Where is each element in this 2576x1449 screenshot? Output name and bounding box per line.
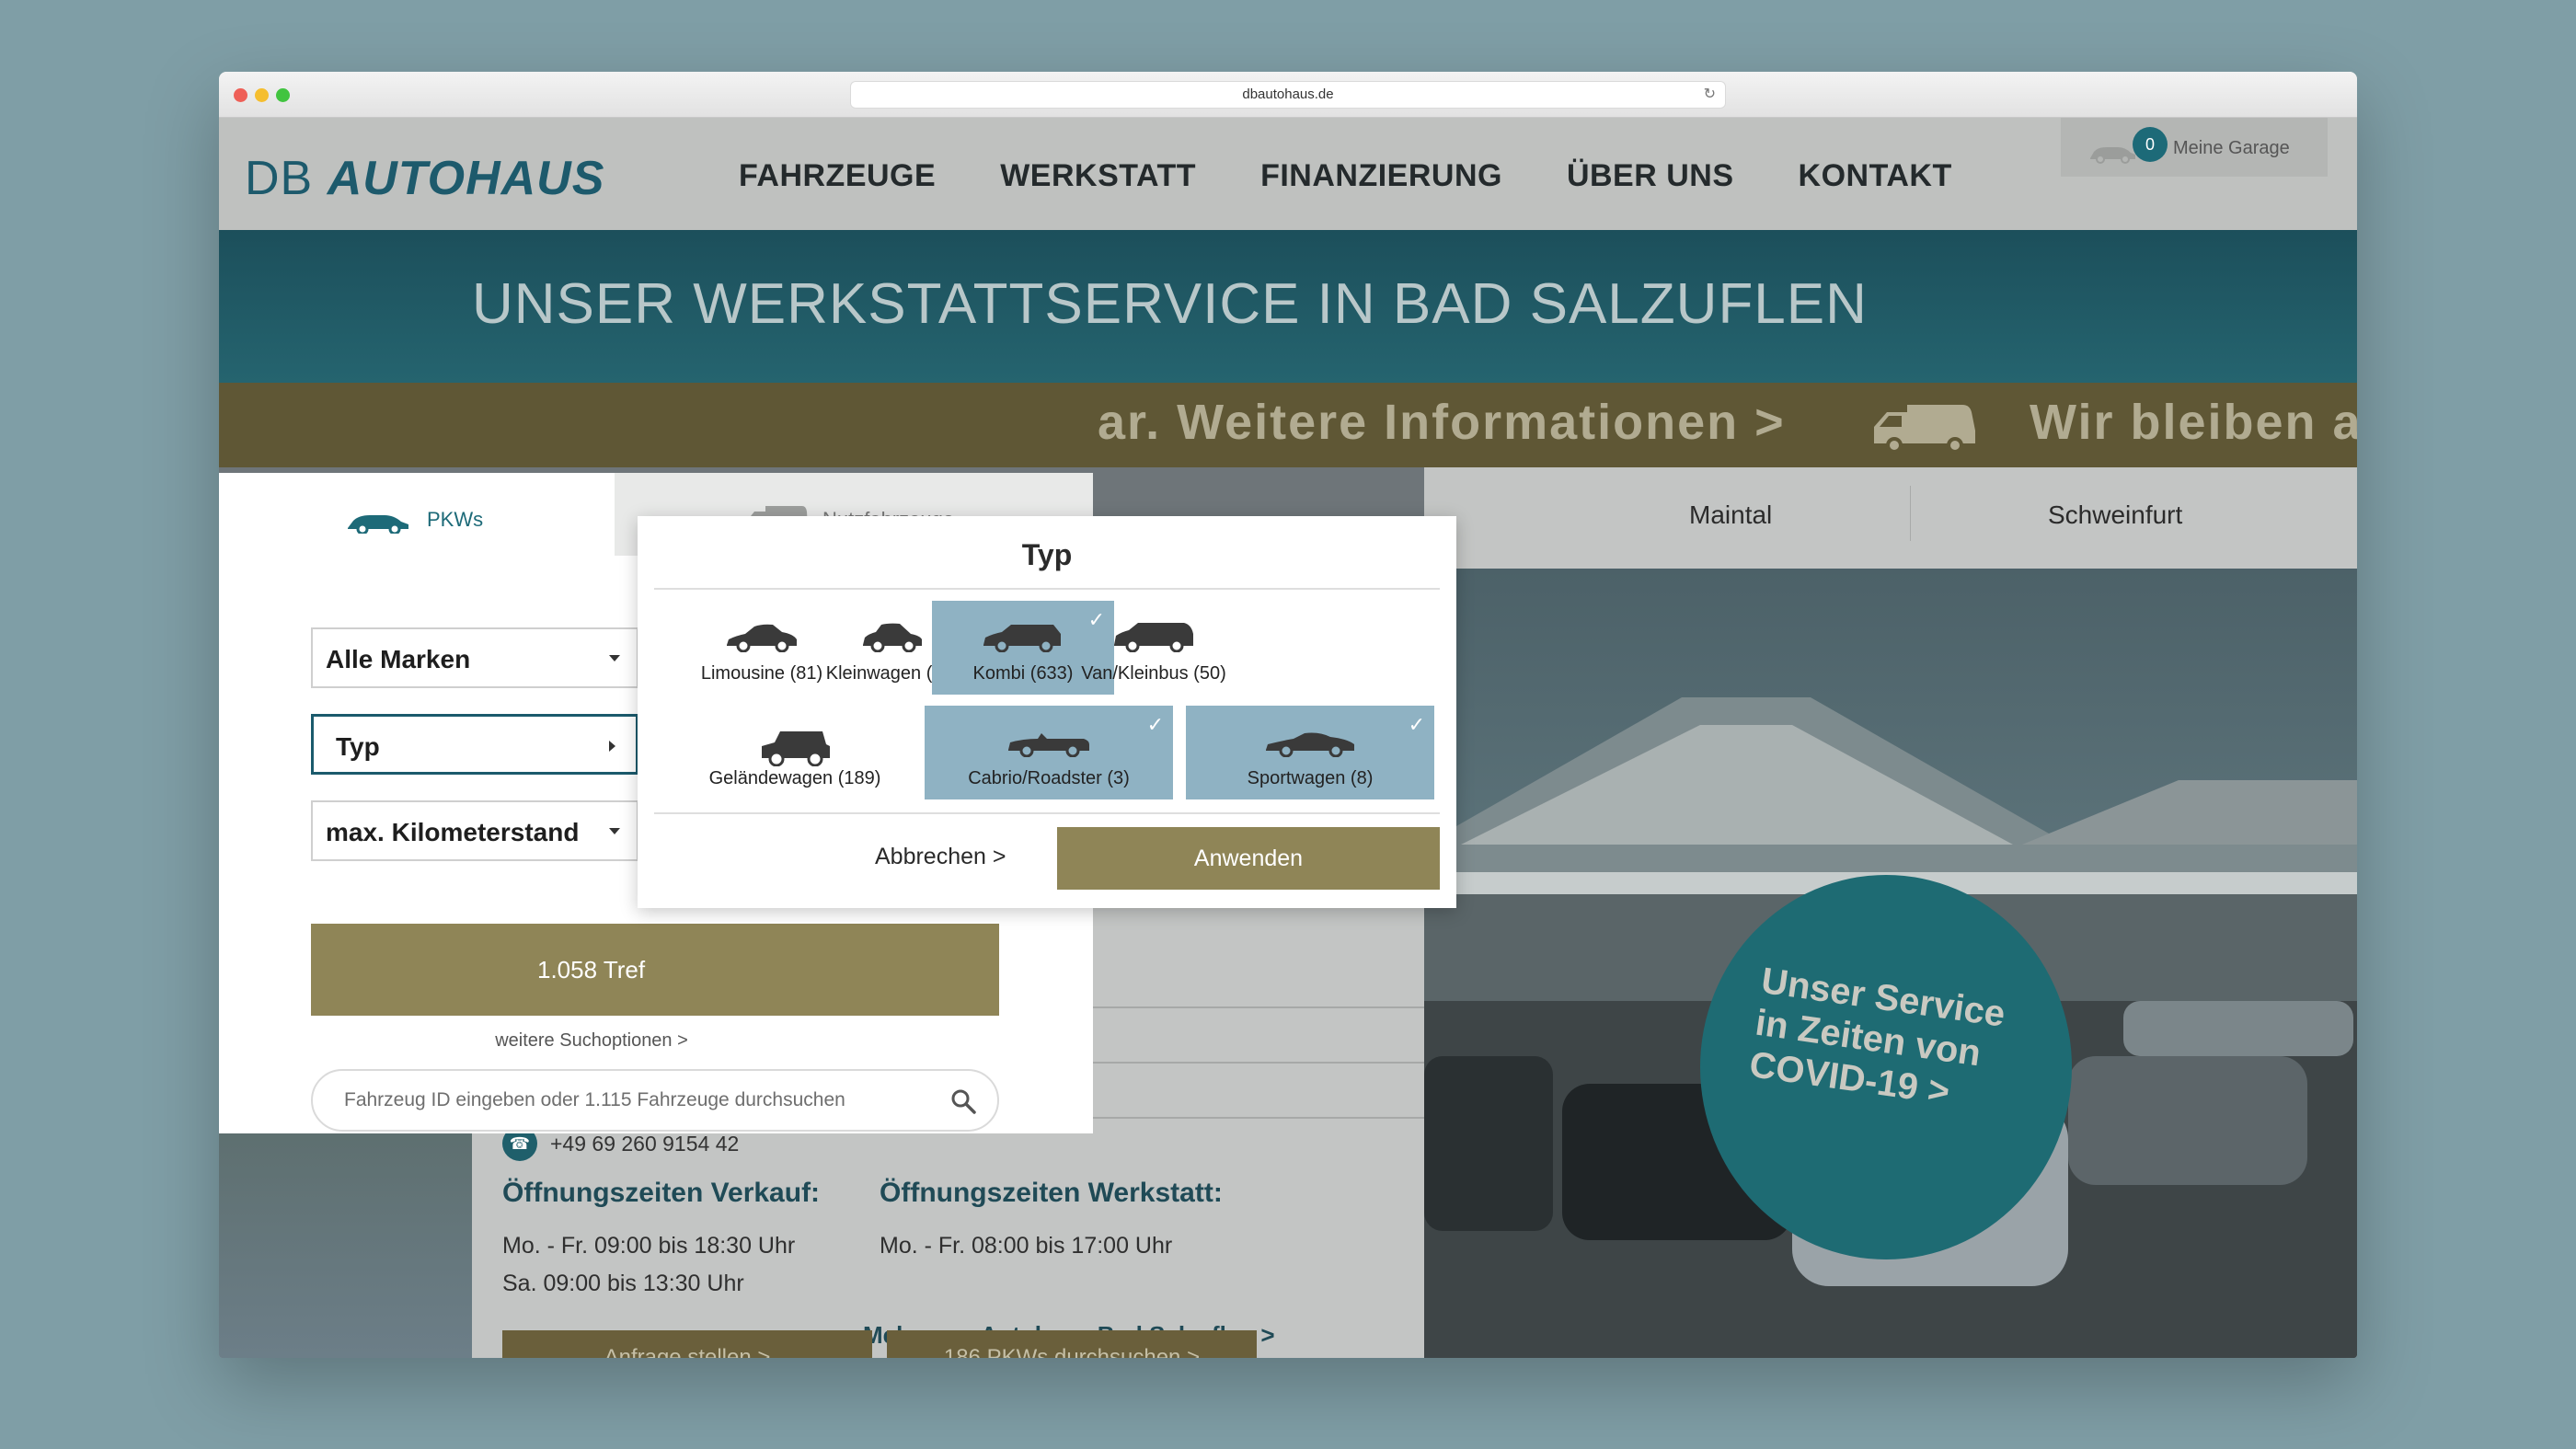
address-bar-url: dbautohaus.de (1242, 86, 1334, 102)
type-option-label: Geländewagen (189) (708, 768, 881, 788)
car-icon (348, 515, 408, 534)
estate-car-icon (983, 625, 1061, 652)
location-divider (1910, 486, 1911, 541)
search-placeholder: Fahrzeug ID eingeben oder 1.115 Fahrzeug… (344, 1089, 845, 1110)
my-garage-button[interactable]: 0 Meine Garage (2061, 118, 2328, 177)
type-option-label: Cabrio/Roadster (3) (968, 768, 1130, 788)
address-bar[interactable]: dbautohaus.de ↻ (850, 81, 1726, 109)
van-icon (1874, 405, 1975, 454)
nav-werkstatt[interactable]: WERKSTATT (1000, 158, 1196, 194)
suv-icon (762, 731, 830, 766)
site-logo[interactable]: DB AUTOHAUS (245, 151, 604, 206)
type-option-gelaendewagen[interactable]: Geländewagen (189) (671, 706, 919, 799)
tab-pkws[interactable]: PKWs (219, 473, 615, 556)
news-ticker[interactable]: ar. Weitere Informationen > Wir bleiben … (219, 383, 2357, 467)
apply-button[interactable]: Anwenden (1057, 827, 1440, 890)
nav-kontakt[interactable]: KONTAKT (1799, 158, 1952, 194)
vehicle-search-input[interactable]: Fahrzeug ID eingeben oder 1.115 Fahrzeug… (311, 1069, 999, 1132)
close-window-button[interactable] (234, 88, 247, 102)
convertible-icon (1008, 733, 1089, 757)
type-popup-title: Typ (1021, 538, 1073, 571)
type-option-label: Sportwagen (8) (1247, 768, 1374, 788)
chevron-right-icon (609, 741, 615, 752)
type-filter-popup: Typ Limousine (81) Kleinwagen (94) Kombi… (638, 516, 1456, 908)
phone-number[interactable]: +49 69 260 9154 42 (550, 1132, 739, 1156)
type-select-value: Typ (336, 732, 380, 761)
popup-divider (654, 812, 1440, 814)
search-icon[interactable] (949, 1087, 977, 1115)
site-header: DB AUTOHAUS FAHRZEUGE WERKSTATT FINANZIE… (219, 118, 2357, 230)
chevron-down-icon (609, 828, 620, 834)
logo-main: AUTOHAUS (327, 152, 605, 205)
type-select[interactable]: Typ (311, 714, 638, 775)
sales-hours-weekday: Mo. - Fr. 09:00 bis 18:30 Uhr (502, 1233, 796, 1259)
main-nav: FAHRZEUGE WERKSTATT FINANZIERUNG ÜBER UN… (739, 158, 2017, 194)
ticker-text-1[interactable]: ar. Weitere Informationen > (1098, 394, 1786, 451)
inquiry-button[interactable]: Anfrage stellen > (502, 1330, 872, 1358)
type-option-sportwagen[interactable]: Sportwagen (8) ✓ (1186, 706, 1434, 799)
popup-divider (654, 588, 1440, 590)
garage-count-badge: 0 (2133, 127, 2168, 162)
page-viewport: DB AUTOHAUS FAHRZEUGE WERKSTATT FINANZIE… (219, 118, 2357, 1358)
nav-finanzierung[interactable]: FINANZIERUNG (1260, 158, 1502, 194)
checkmark-icon: ✓ (1146, 713, 1164, 736)
sedan-icon (727, 624, 797, 652)
browser-titlebar: dbautohaus.de ↻ (219, 72, 2357, 118)
nav-fahrzeuge[interactable]: FAHRZEUGE (739, 158, 936, 194)
hero-banner: UNSER WERKSTATTSERVICE IN BAD SALZUFLEN (219, 230, 2357, 383)
browse-cars-button[interactable]: 186 PKWs durchsuchen > (887, 1330, 1257, 1358)
browser-window: dbautohaus.de ↻ DB AUTOHAUS FAHRZEUGE WE… (219, 72, 2357, 1358)
tab-pkws-label: PKWs (427, 508, 484, 531)
workshop-hours-title: Öffnungszeiten Werkstatt: (880, 1178, 1223, 1208)
brand-select-value: Alle Marken (326, 645, 471, 673)
ticker-text-2[interactable]: Wir bleiben a (2030, 394, 2357, 451)
banner-title: UNSER WERKSTATTSERVICE IN BAD SALZUFLEN (472, 272, 1868, 336)
sales-hours-saturday: Sa. 09:00 bis 13:30 Uhr (502, 1271, 744, 1296)
sales-hours-title: Öffnungszeiten Verkauf: (502, 1178, 821, 1208)
location-tab-schweinfurt[interactable]: Schweinfurt (2048, 500, 2182, 530)
workshop-hours-weekday: Mo. - Fr. 08:00 bis 17:00 Uhr (880, 1233, 1173, 1259)
mileage-select-value: max. Kilometerstand (326, 818, 580, 846)
more-search-options-link[interactable]: weitere Suchoptionen > (219, 1030, 1093, 1052)
mileage-select[interactable]: max. Kilometerstand (311, 800, 638, 861)
chevron-down-icon (609, 655, 620, 661)
sports-car-icon (1266, 732, 1354, 757)
brand-select[interactable]: Alle Marken (311, 627, 638, 688)
type-option-van[interactable]: Van/Kleinbus (50) (1063, 601, 1245, 695)
location-tabs: Maintal Schweinfurt (1424, 467, 2357, 569)
garage-label: Meine Garage (2173, 138, 2290, 158)
van-icon (1114, 623, 1193, 652)
small-car-icon (863, 623, 922, 652)
type-option-cabrio[interactable]: Cabrio/Roadster (3) ✓ (925, 706, 1173, 799)
show-results-button[interactable]: 1.058 Tref (311, 924, 999, 1016)
cancel-button[interactable]: Abbrechen > (875, 844, 1006, 870)
logo-prefix: DB (245, 152, 314, 205)
maximize-window-button[interactable] (276, 88, 290, 102)
nav-ueber-uns[interactable]: ÜBER UNS (1567, 158, 1734, 194)
garage-car-icon (2090, 147, 2135, 164)
reload-icon[interactable]: ↻ (1704, 82, 1716, 108)
checkmark-icon: ✓ (1408, 713, 1425, 736)
location-tab-maintal[interactable]: Maintal (1689, 500, 1772, 530)
minimize-window-button[interactable] (255, 88, 269, 102)
type-option-label: Van/Kleinbus (50) (1081, 663, 1226, 684)
